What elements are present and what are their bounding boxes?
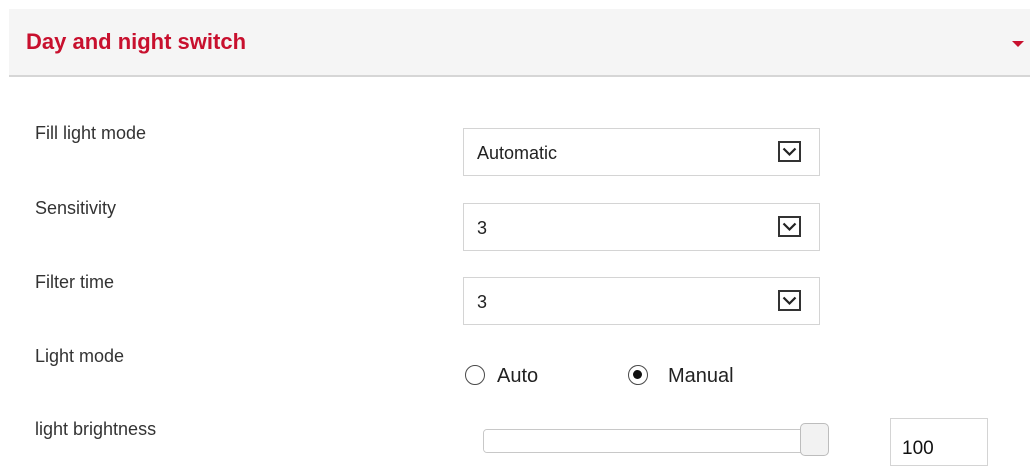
- panel-header[interactable]: Day and night switch: [9, 9, 1030, 77]
- radio-selected-dot: [633, 370, 642, 379]
- light-mode-label: Light mode: [35, 346, 125, 366]
- caret-down-icon[interactable]: [1012, 41, 1024, 47]
- filter-time-value: 3: [477, 292, 488, 312]
- fill-light-mode-select[interactable]: Automatic: [463, 128, 820, 176]
- sensitivity-value: 3: [477, 218, 488, 238]
- brightness-slider-fill: [484, 430, 826, 452]
- chevron-down-icon[interactable]: [778, 141, 801, 162]
- radio-manual-label[interactable]: Manual: [668, 364, 734, 388]
- brightness-slider-track[interactable]: [483, 429, 827, 453]
- brightness-value-input[interactable]: [890, 418, 988, 466]
- chevron-down-icon[interactable]: [778, 290, 801, 311]
- radio-auto[interactable]: [465, 365, 485, 385]
- light-brightness-label: light brightness: [35, 419, 157, 439]
- fill-light-mode-value: Automatic: [477, 143, 558, 163]
- sensitivity-label: Sensitivity: [35, 198, 117, 218]
- radio-auto-label[interactable]: Auto: [497, 364, 538, 388]
- sensitivity-select[interactable]: 3: [463, 203, 820, 251]
- panel-title: Day and night switch: [26, 29, 247, 54]
- radio-manual[interactable]: [628, 365, 648, 385]
- brightness-slider-thumb[interactable]: [800, 423, 829, 456]
- filter-time-select[interactable]: 3: [463, 277, 820, 325]
- chevron-down-icon[interactable]: [778, 216, 801, 237]
- filter-time-label: Filter time: [35, 272, 115, 292]
- fill-light-mode-label: Fill light mode: [35, 123, 147, 143]
